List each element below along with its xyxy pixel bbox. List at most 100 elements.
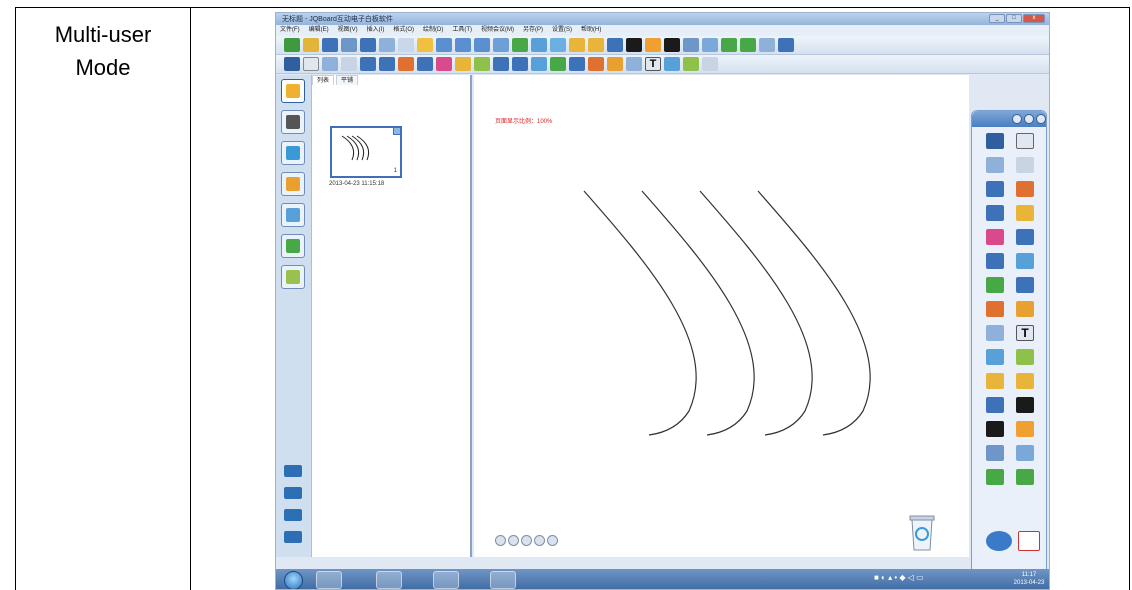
sign-icon[interactable] <box>284 531 302 543</box>
cut-icon[interactable] <box>398 38 414 52</box>
menu-format[interactable]: 格式(O) <box>393 25 414 36</box>
screen-record-icon[interactable] <box>607 38 623 52</box>
tab-globe[interactable] <box>281 203 305 227</box>
smart-pen-icon[interactable] <box>474 57 490 71</box>
chart-icon[interactable] <box>607 57 623 71</box>
page-nav-last[interactable] <box>547 535 558 546</box>
laser-pen-icon[interactable] <box>455 57 471 71</box>
new-page-icon[interactable] <box>417 38 433 52</box>
eraser-icon[interactable] <box>322 57 338 71</box>
menu-edit[interactable]: 编辑(E) <box>309 25 329 36</box>
pen-icon[interactable] <box>360 57 376 71</box>
fill-icon[interactable] <box>531 57 547 71</box>
palette-protractor-icon[interactable] <box>1016 349 1034 365</box>
menu-tools[interactable]: 工具(T) <box>452 25 472 36</box>
close-button[interactable]: x <box>1023 14 1045 23</box>
whiteboard-canvas[interactable]: 页面显示比例：100% <box>474 75 969 557</box>
palette-image-icon[interactable] <box>986 349 1004 365</box>
print-icon[interactable] <box>341 38 357 52</box>
palette-ellipse-icon[interactable] <box>1016 229 1034 245</box>
highlighter-icon[interactable] <box>398 57 414 71</box>
soft-pen-icon[interactable] <box>417 57 433 71</box>
previous-page-icon[interactable] <box>645 38 661 52</box>
window-mode-icon[interactable] <box>778 38 794 52</box>
menu-settings[interactable]: 设置(S) <box>552 25 572 36</box>
paste-icon[interactable] <box>379 38 395 52</box>
tab-subjects[interactable] <box>281 172 305 196</box>
tab-resources[interactable] <box>281 110 305 134</box>
taskbar-explorer-button[interactable] <box>316 571 342 589</box>
page-nav-first[interactable] <box>495 535 506 546</box>
palette-table-icon[interactable] <box>986 325 1004 341</box>
rectangle-icon[interactable] <box>550 57 566 71</box>
open-file-icon[interactable] <box>303 38 319 52</box>
taskbar-media-button[interactable] <box>376 571 402 589</box>
protractor-icon[interactable] <box>683 57 699 71</box>
layout-icon[interactable] <box>284 509 302 521</box>
palette-settings-button[interactable] <box>1024 114 1034 124</box>
palette-previous-icon[interactable] <box>1016 421 1034 437</box>
palette-stroke-eraser-icon[interactable] <box>1016 157 1034 173</box>
palette-fill-icon[interactable] <box>1016 253 1034 269</box>
new-file-icon[interactable] <box>284 38 300 52</box>
redo-icon[interactable] <box>588 38 604 52</box>
calculator-icon[interactable] <box>702 38 718 52</box>
palette-undo-icon[interactable] <box>986 373 1004 389</box>
palette-chart-icon[interactable] <box>1016 301 1034 317</box>
palette-brush-icon[interactable] <box>1016 205 1034 221</box>
maximize-button[interactable]: □ <box>1006 14 1022 23</box>
brush-pen-icon[interactable] <box>379 57 395 71</box>
taskbar-whiteboard-button[interactable] <box>490 571 516 589</box>
taskbar-clock[interactable]: 11:17 2013-04-23 <box>1011 571 1047 587</box>
palette-text-icon[interactable]: T <box>1016 325 1034 341</box>
palette-black-screen-icon[interactable] <box>1016 397 1034 413</box>
palette-line-icon[interactable] <box>986 253 1004 269</box>
palette-select-icon[interactable] <box>986 133 1004 149</box>
stroke-eraser-icon[interactable] <box>341 57 357 71</box>
texture-pen-icon[interactable] <box>436 57 452 71</box>
palette-pen-icon[interactable] <box>986 181 1004 197</box>
palette-soft-pen-icon[interactable] <box>986 205 1004 221</box>
screen-capture-icon[interactable] <box>512 38 528 52</box>
copy-icon[interactable] <box>360 38 376 52</box>
palette-triangle-icon[interactable] <box>1016 277 1034 293</box>
palette-export-icon[interactable] <box>1016 469 1034 485</box>
triangle-icon[interactable] <box>569 57 585 71</box>
tab-tile-view[interactable]: 平铺 <box>336 75 359 85</box>
recycle-bin-icon[interactable] <box>906 512 938 552</box>
palette-pointer-icon[interactable] <box>1016 133 1034 149</box>
zoom-in-icon[interactable] <box>436 38 452 52</box>
menu-view[interactable]: 视图(V) <box>338 25 358 36</box>
color-picker-icon[interactable] <box>588 57 604 71</box>
keyboard-icon[interactable] <box>759 38 775 52</box>
palette-minimize-button[interactable] <box>1012 114 1022 124</box>
palette-redo-icon[interactable] <box>1016 373 1034 389</box>
camera-icon[interactable] <box>683 38 699 52</box>
zoom-fit-icon[interactable] <box>474 38 490 52</box>
tab-list-view[interactable]: 列表 <box>312 75 335 85</box>
tab-backgrounds[interactable] <box>281 141 305 165</box>
black-screen-icon[interactable] <box>626 38 642 52</box>
image-insert-icon[interactable] <box>664 57 680 71</box>
page-nav-add[interactable] <box>521 535 532 546</box>
palette-texture-pen-icon[interactable] <box>986 229 1004 245</box>
group-icon[interactable] <box>284 487 302 499</box>
export-icon[interactable] <box>740 38 756 52</box>
menu-video-conference[interactable]: 视频会议(M) <box>481 25 514 36</box>
tab-charts[interactable] <box>281 234 305 258</box>
users-icon[interactable] <box>284 465 302 477</box>
undo-icon[interactable] <box>569 38 585 52</box>
menu-save-as[interactable]: 另存(P) <box>523 25 543 36</box>
minimize-button[interactable]: _ <box>989 14 1005 23</box>
taskbar-ie-button[interactable] <box>433 571 459 589</box>
text-icon[interactable]: T <box>645 57 661 71</box>
page-thumbnail[interactable]: 1 <box>330 126 402 178</box>
hand-pan-icon[interactable] <box>493 38 509 52</box>
ruler-icon[interactable] <box>702 57 718 71</box>
palette-camera-icon[interactable] <box>986 445 1004 461</box>
palette-toggle-icon[interactable] <box>986 531 1012 551</box>
palette-highlighter-icon[interactable] <box>1016 181 1034 197</box>
pointer-hand-icon[interactable] <box>303 57 319 71</box>
palette-record-icon[interactable] <box>986 397 1004 413</box>
tab-notes[interactable] <box>281 265 305 289</box>
